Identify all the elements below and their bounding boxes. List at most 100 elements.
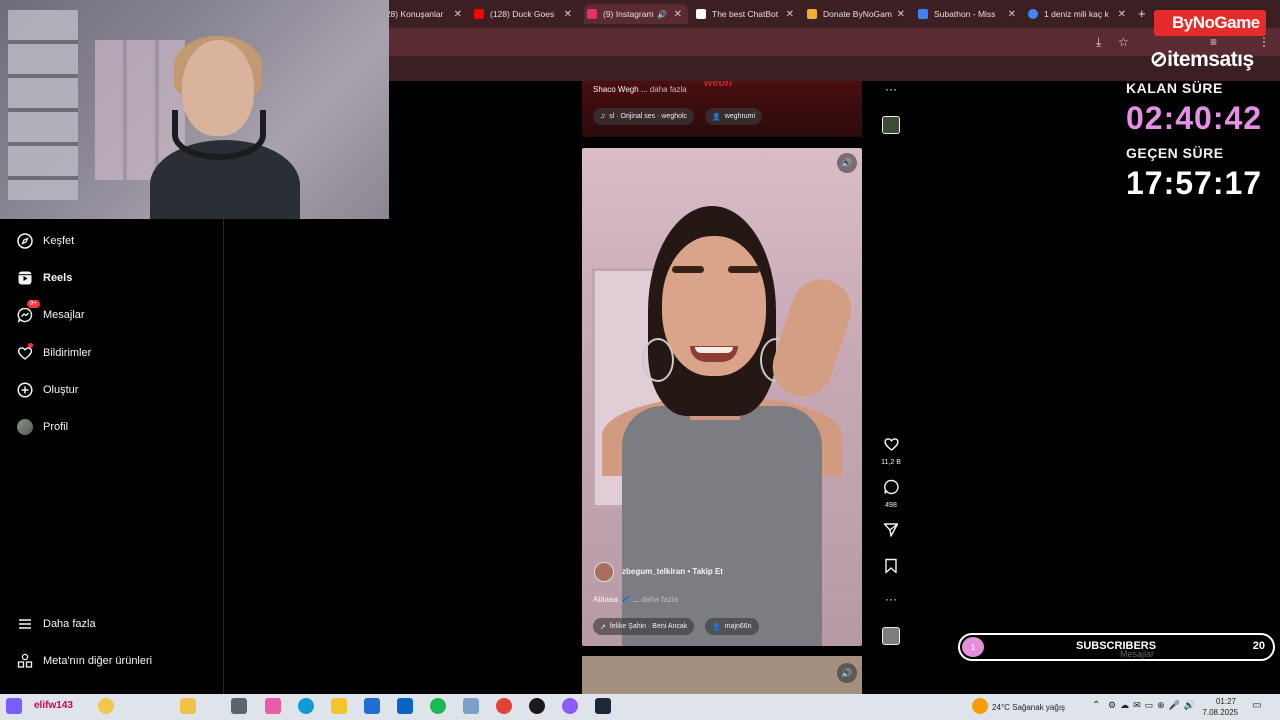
tray-icons[interactable]: ⚙☁✉▭⊕🎤🔊 [1108, 700, 1199, 711]
sidebar-item-reels[interactable]: Reels [16, 269, 72, 287]
sidebar-item-create[interactable]: Oluştur [16, 381, 78, 399]
spotify-icon[interactable] [430, 698, 446, 714]
avatar [16, 418, 34, 436]
speaker-icon[interactable]: 🔊 [657, 10, 667, 19]
sidebar-item-profile[interactable]: Profil [16, 418, 68, 436]
tab-label: (9) Instagram [603, 9, 654, 19]
task-view-icon[interactable] [231, 698, 247, 714]
audio-thumbnail[interactable] [882, 627, 900, 645]
reel-caption: Ablaaa 🖊️ ... daha fazla [593, 595, 678, 604]
close-icon[interactable]: ✕ [564, 9, 572, 20]
sidebar-item-messages[interactable]: 9+ Mesajlar [16, 300, 85, 324]
browser-tab[interactable]: 1 deniz mili kaç k ✕ [1028, 4, 1132, 24]
sparkle-icon[interactable] [180, 698, 196, 714]
reel-caption: Shaco Wegh ... daha fazla [593, 85, 687, 94]
browser-tab[interactable]: Subathon - Miss ✕ [918, 4, 1022, 24]
subscriber-goal-bar: 1 SUBSCRIBERS Mesajlar 20 [958, 633, 1275, 661]
new-tab-button[interactable]: + [1138, 6, 1146, 21]
notification-dot [28, 343, 33, 348]
more-link[interactable]: daha fazla [650, 85, 687, 94]
more-options-icon[interactable]: ··· [878, 82, 904, 96]
weather-text[interactable]: 24°C Sağanak yağış [992, 703, 1065, 712]
like-button[interactable]: 11,2 B [878, 436, 904, 466]
tab-label: Subathon - Miss [934, 9, 996, 19]
close-icon[interactable]: ✕ [454, 9, 462, 20]
sidebar-item-more[interactable]: Daha fazla [16, 615, 96, 633]
mute-toggle-icon[interactable]: 🔊 [837, 153, 857, 173]
obs-icon[interactable] [529, 698, 545, 714]
widget-icon[interactable] [6, 698, 22, 714]
audio-thumbnail[interactable] [882, 116, 900, 134]
user-tag: elifw143 [34, 700, 73, 711]
comment-icon [883, 479, 899, 495]
store-icon[interactable] [364, 698, 380, 714]
notification-center-icon[interactable]: ▭ [1252, 700, 1261, 711]
tab-label: (28) Konuşanlar [383, 9, 444, 19]
sidebar-item-label: Reels [43, 272, 73, 284]
temperature: 24°C [992, 703, 1010, 712]
comment-button[interactable]: 498 [878, 479, 904, 509]
mute-toggle-icon[interactable]: 🔊 [837, 663, 857, 683]
clock-date[interactable]: 7.08.2025 [1198, 708, 1238, 717]
audio-pill[interactable]: ↗ felike Şahin · Beni Ancak [593, 618, 695, 635]
reel-overlay-text: weon [704, 81, 733, 89]
author-name[interactable]: zbegum_telkiran [622, 567, 685, 576]
eyebrow [728, 266, 760, 273]
elapsed-timer: 17:57:17 [1126, 165, 1263, 201]
browser-tab[interactable]: (128) Duck Goes ✕ [474, 4, 578, 24]
more-options-icon[interactable]: ··· [878, 592, 904, 606]
kebab-menu-icon[interactable]: ⋮ [1258, 35, 1270, 49]
discord-icon[interactable] [562, 698, 578, 714]
browser-tab-active[interactable]: (9) Instagram 🔊 ✕ [584, 4, 688, 24]
reel-author[interactable]: zbegum_telkiran • Takip Et [622, 567, 723, 576]
sponsor-logo-2: ⊘itemsatış [1150, 47, 1254, 72]
share-button[interactable] [878, 522, 904, 543]
more-link[interactable]: daha fazla [641, 595, 678, 604]
close-icon[interactable]: ✕ [1008, 9, 1016, 20]
follow-button[interactable]: Takip Et [692, 567, 723, 576]
clock-time[interactable]: 01:27 [1206, 697, 1236, 706]
tagged-user-pill[interactable]: 👤 majn66n [705, 618, 759, 635]
elapsed-label: GEÇEN SÜRE [1126, 145, 1224, 161]
sidebar-item-notifications[interactable]: Bildirimler [16, 343, 91, 362]
chrome-icon[interactable] [496, 698, 512, 714]
close-icon[interactable]: ✕ [1118, 9, 1126, 20]
sponsor-name: ByNoGame [1172, 13, 1260, 32]
sidebar-item-explore[interactable]: Keşfet [16, 232, 74, 250]
browser-tab[interactable]: Donate ByNoGam ✕ [807, 4, 911, 24]
eyebrow [672, 266, 704, 273]
chevron-up-icon[interactable]: ⌃ [1092, 700, 1100, 711]
sidebar-item-label: Meta'nın diğer ürünleri [43, 655, 153, 667]
bookmark-star-icon[interactable]: ☆ [1118, 35, 1129, 49]
edge-icon[interactable] [298, 698, 314, 714]
tab-label: (128) Duck Goes [490, 9, 555, 19]
browser-tab[interactable]: The best ChatBot ✕ [696, 4, 800, 24]
instagram-icon [587, 9, 597, 19]
settings-gear-icon[interactable] [463, 698, 479, 714]
youtube-icon [474, 9, 484, 19]
copilot-icon[interactable] [265, 698, 281, 714]
tagged-user-pill[interactable]: 👤 weghrumi [705, 108, 763, 125]
install-app-icon[interactable]: ⤓ [1096, 35, 1101, 50]
audio-pill[interactable]: ♫ sl · Orijinal ses · wegholc [593, 108, 695, 125]
reel-next[interactable] [582, 656, 862, 694]
emoji-icon [98, 698, 114, 714]
weather-icon[interactable] [972, 698, 988, 714]
close-icon[interactable]: ✕ [674, 9, 682, 20]
bookshelf [8, 10, 78, 200]
caption-text: Shaco Wegh ... [593, 85, 648, 94]
close-icon[interactable]: ✕ [897, 9, 905, 20]
bookmark-icon [885, 558, 897, 574]
tab-label: 1 deniz mili kaç k [1044, 9, 1109, 19]
sidebar-item-meta-apps[interactable]: Meta'nın diğer ürünleri [16, 652, 152, 670]
outlook-icon[interactable] [397, 698, 413, 714]
headset-icon [172, 110, 266, 160]
close-icon[interactable]: ✕ [786, 9, 794, 20]
file-explorer-icon[interactable] [331, 698, 347, 714]
meta-apps-icon [16, 652, 34, 670]
browser-tab[interactable]: (28) Konuşanlar ✕ [383, 4, 468, 24]
save-button[interactable] [878, 558, 904, 579]
author-avatar[interactable] [594, 562, 614, 582]
like-count: 11,2 B [881, 459, 901, 466]
steam-icon[interactable] [595, 698, 611, 714]
